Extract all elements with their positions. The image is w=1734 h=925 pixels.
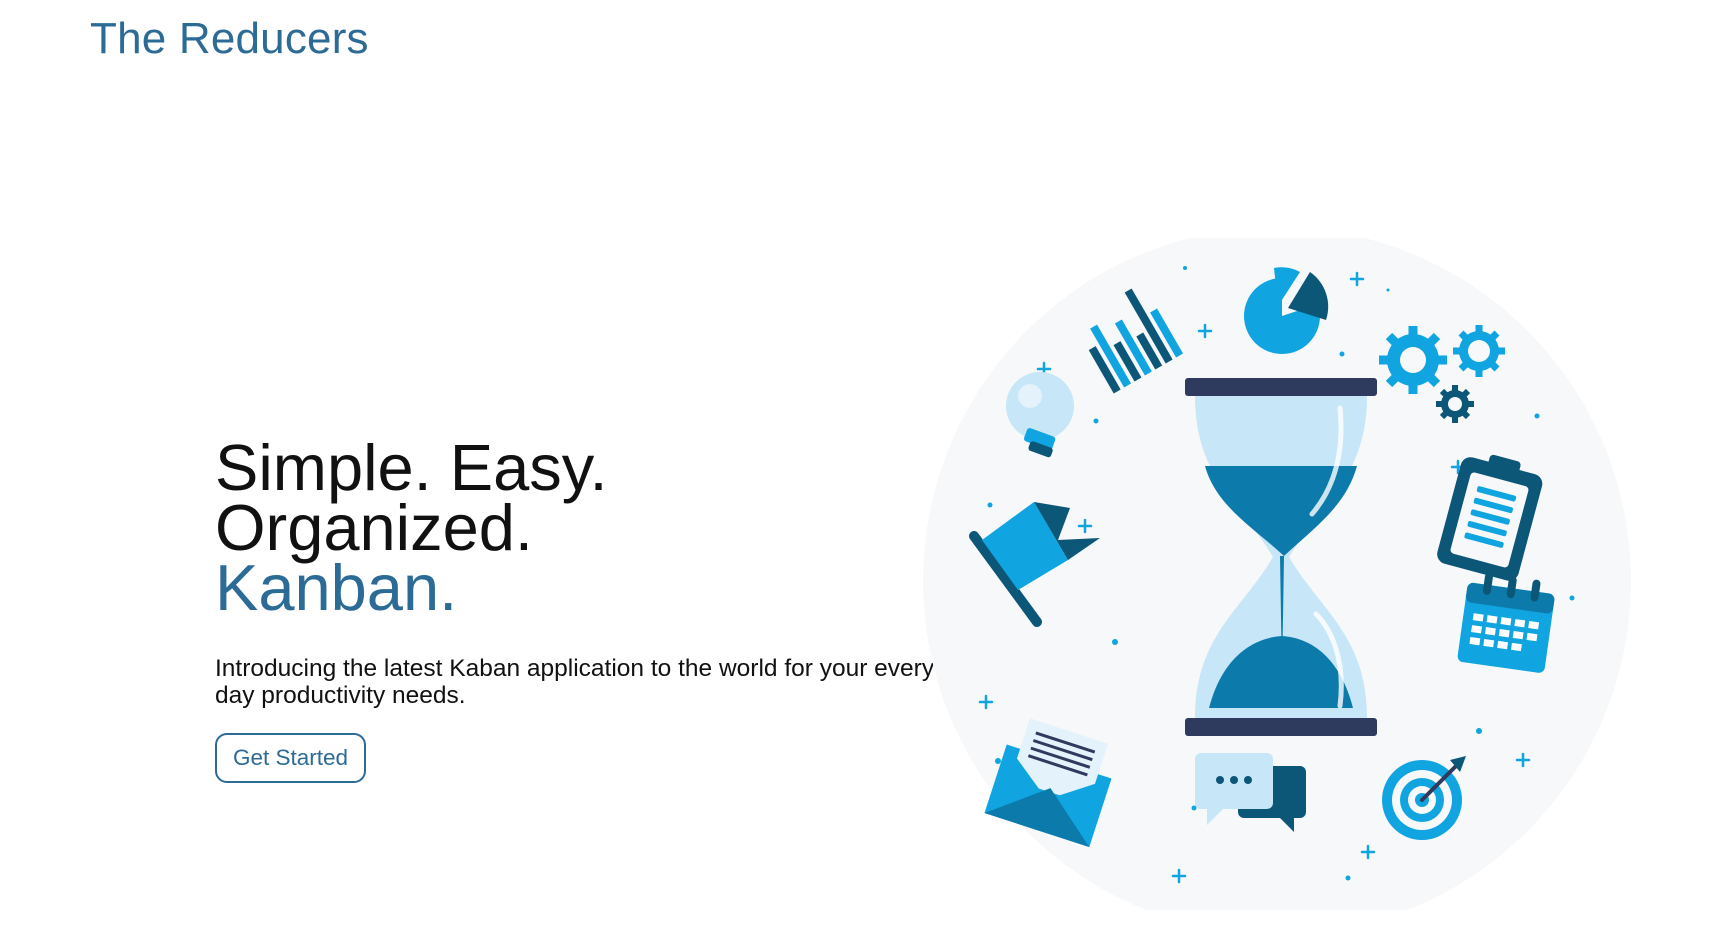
hero-section: Simple. Easy. Organized. Kanban. Introdu… bbox=[215, 435, 935, 783]
hero-headline-main: Simple. Easy. Organized. bbox=[215, 431, 608, 564]
brand-logo-link[interactable]: The Reducers bbox=[90, 14, 369, 64]
hero-headline-accent: Kanban. bbox=[215, 551, 458, 624]
hero-headline: Simple. Easy. Organized. Kanban. bbox=[215, 435, 935, 624]
hero-intro-text: Introducing the latest Kaban application… bbox=[215, 655, 935, 709]
get-started-button[interactable]: Get Started bbox=[215, 733, 367, 783]
productivity-illustration bbox=[923, 238, 1631, 910]
